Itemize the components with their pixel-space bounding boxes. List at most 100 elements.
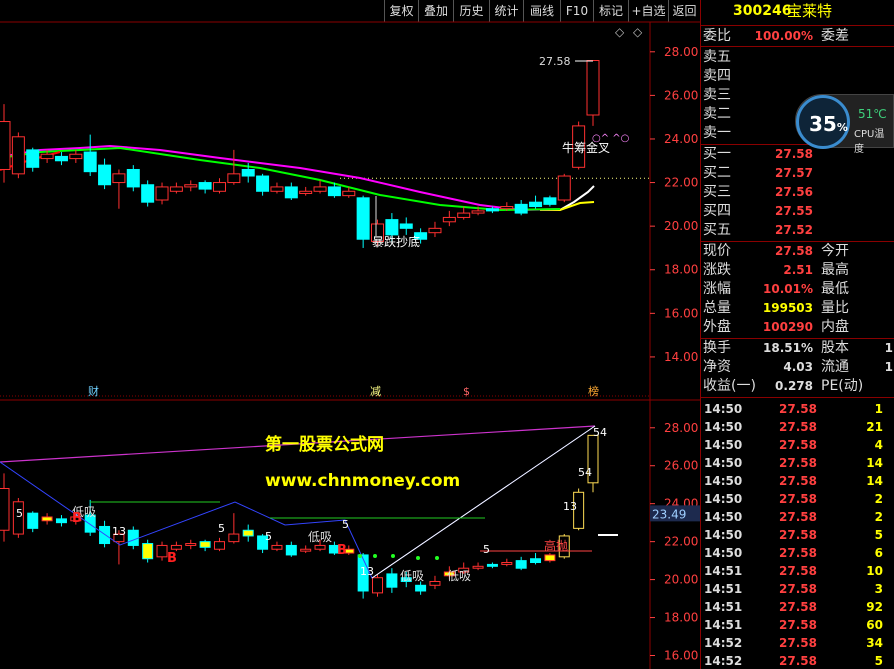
- tick-price: 27.58: [779, 474, 817, 488]
- stat2-value: 4.03: [783, 360, 813, 374]
- date-marker: 减: [370, 385, 381, 398]
- sub-candle-body: [386, 573, 398, 588]
- tick-row: 14:50 27.58 14: [701, 454, 894, 472]
- stat-label2: 今开: [821, 243, 849, 259]
- tick-price: 27.58: [779, 492, 817, 506]
- wave-number: 13: [563, 500, 577, 513]
- candle-body: [54, 155, 68, 162]
- sub-candle-body: [199, 541, 211, 548]
- stat2-label2: 流通: [821, 359, 849, 375]
- tick-volume: 1: [874, 402, 883, 416]
- tick-price: 27.58: [779, 636, 817, 650]
- tick-row: 14:50 27.58 21: [701, 418, 894, 436]
- sub-candle-body: [170, 544, 182, 550]
- signal-label: 低吸: [447, 569, 471, 583]
- tick-price: 27.58: [779, 546, 817, 560]
- buy-price: 27.56: [775, 185, 813, 199]
- stat2-value: 18.51%: [763, 341, 813, 355]
- candle-body: [126, 168, 140, 188]
- candle-body: [543, 197, 557, 205]
- stat-value: 100290: [762, 320, 813, 334]
- stat2-label: 换手: [703, 340, 731, 356]
- sub-y-tick-label: 16.00: [664, 649, 698, 663]
- candle-body: [212, 182, 226, 192]
- watermark-url: www.chnmoney.com: [265, 471, 460, 491]
- sub-candle-body: [285, 544, 297, 556]
- signal-dot: [416, 556, 420, 560]
- candle-body: [428, 227, 442, 234]
- signal-dot: [391, 554, 395, 558]
- sub-candle-body: [415, 584, 427, 592]
- sell-row: 卖四: [701, 67, 894, 86]
- cpu-widget[interactable]: 35% 51℃ CPU温度: [795, 94, 894, 155]
- stock-name: 宝莱特: [787, 2, 833, 20]
- cpu-temp: 51℃: [858, 107, 887, 121]
- weicha-label: 委差: [821, 28, 849, 44]
- kline-chart[interactable]: 28.00 26.00 24.00 22.00 20.00 18.00 16.00 14.00…: [0, 0, 700, 669]
- tick-price: 27.58: [779, 510, 817, 524]
- annotation-label: 暴跌抄底: [372, 234, 420, 249]
- stat-label: 涨幅: [703, 281, 731, 297]
- tick-time: 14:50: [704, 420, 743, 434]
- wave-number: 13: [112, 525, 126, 538]
- tick-volume: 60: [866, 618, 883, 632]
- watermark-title: 第一股票公式网: [265, 434, 384, 455]
- tick-price: 27.58: [779, 654, 817, 668]
- stat2-row: 收益(一) 0.278 PE(动): [701, 377, 894, 396]
- y-tick-label: 14.00: [664, 350, 698, 364]
- stat-label: 外盘: [703, 319, 731, 335]
- sub-y-tick-label: 26.00: [664, 459, 698, 473]
- wave-number: 5: [342, 518, 349, 531]
- buy-row: 买三 27.56: [701, 183, 894, 202]
- stat2-label: 收益(一): [703, 378, 756, 394]
- stock-header: 300246 宝莱特: [701, 2, 894, 22]
- buy-row: 买四 27.55: [701, 202, 894, 221]
- tick-time: 14:50: [704, 438, 743, 452]
- tick-row: 14:50 27.58 6: [701, 544, 894, 562]
- diamond-icon: ◇: [615, 25, 625, 39]
- signal-dot: [435, 556, 439, 560]
- stat-value: 10.01%: [763, 282, 813, 296]
- tick-time: 14:51: [704, 600, 743, 614]
- sell-label: 卖二: [703, 106, 731, 122]
- signal-dot: [358, 554, 362, 558]
- cpu-label: CPU温度: [854, 129, 885, 155]
- candle-body: [169, 186, 183, 192]
- candle-body: [141, 184, 155, 203]
- tick-row: 14:50 27.58 4: [701, 436, 894, 454]
- candle-body: [500, 206, 514, 210]
- tick-row: 14:52 27.58 5: [701, 652, 894, 669]
- tick-volume: 14: [866, 456, 883, 470]
- candle-body: [40, 153, 54, 160]
- buy-signal: B: [337, 543, 347, 558]
- tick-row: 14:51 27.58 92: [701, 598, 894, 616]
- candle-body: [442, 216, 456, 223]
- tick-time: 14:50: [704, 546, 743, 560]
- tick-row: 14:50 27.58 14: [701, 472, 894, 490]
- candle-body: [11, 136, 25, 175]
- stat-label2: 内盘: [821, 319, 849, 335]
- stat-row: 现价 27.58 今开: [701, 242, 894, 261]
- tick-volume: 2: [874, 510, 883, 524]
- buy-label: 买一: [703, 146, 731, 162]
- date-marker: $: [463, 385, 470, 398]
- candle-body: [471, 210, 485, 214]
- stat2-label: 净资: [703, 359, 731, 375]
- tick-price: 27.58: [779, 438, 817, 452]
- stat2-row: 净资 4.03 流通 1: [701, 358, 894, 377]
- tick-time: 14:52: [704, 654, 743, 668]
- candle-body: [514, 203, 528, 214]
- sub-candle-body: [486, 563, 498, 567]
- y-tick-label: 16.00: [664, 306, 698, 320]
- tick-time: 14:50: [704, 456, 743, 470]
- stat2-value: 0.278: [775, 379, 813, 393]
- tick-row: 14:51 27.58 3: [701, 580, 894, 598]
- signal-label: 低吸: [308, 530, 332, 544]
- stat-label: 总量: [703, 300, 731, 316]
- tick-row: 14:50 27.58 5: [701, 526, 894, 544]
- sell-row: 卖五: [701, 48, 894, 67]
- tick-volume: 6: [874, 546, 883, 560]
- sub-candle-body: [372, 577, 384, 594]
- sub-candle-body: [314, 544, 326, 550]
- candle-body: [342, 190, 356, 197]
